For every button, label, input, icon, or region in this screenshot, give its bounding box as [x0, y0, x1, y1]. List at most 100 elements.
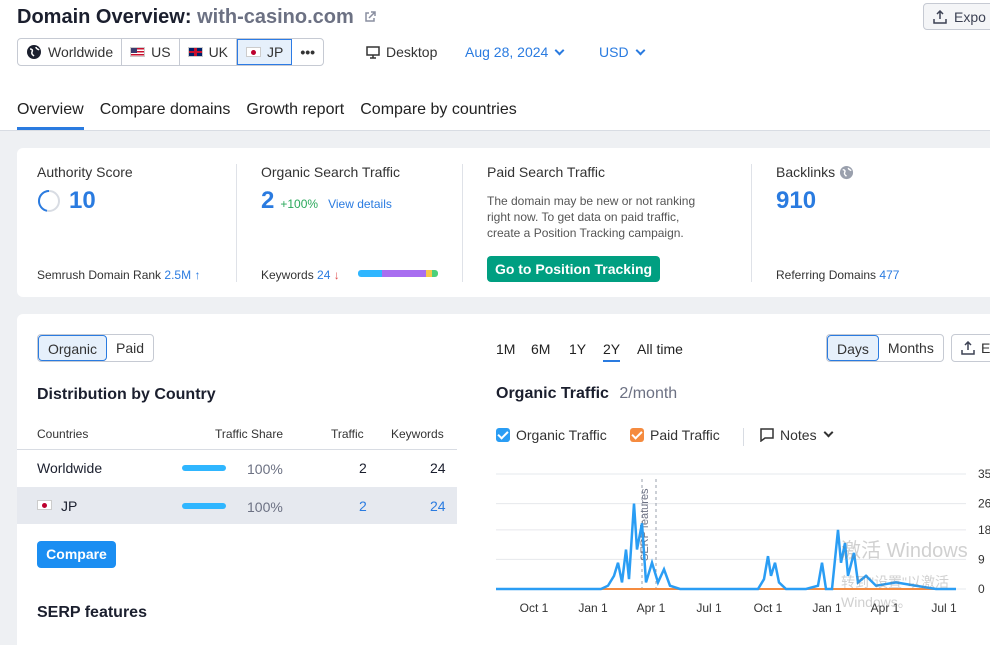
legend-organic[interactable]: Organic Traffic	[496, 427, 607, 443]
export-label: Expo	[954, 9, 986, 25]
checkbox-checked-icon	[496, 428, 510, 442]
keywords-intent-bar	[358, 270, 438, 277]
authority-label: Authority Score	[37, 164, 133, 180]
db-worldwide-label: Worldwide	[48, 44, 114, 60]
more-databases-button[interactable]: •••	[292, 39, 323, 65]
days-button[interactable]: Days	[827, 335, 879, 361]
date-selector[interactable]: Aug 28, 2024	[465, 44, 565, 60]
seg-paid[interactable]: Paid	[107, 335, 153, 361]
arrow-down-icon: ↓	[333, 268, 340, 282]
checkbox-checked-icon	[630, 428, 644, 442]
chevron-down-icon	[823, 427, 834, 437]
db-jp[interactable]: JP	[237, 39, 293, 65]
notes-dropdown[interactable]: Notes	[760, 427, 834, 443]
legend-paid-label: Paid Traffic	[650, 427, 720, 443]
x-tick-label: Oct 1	[754, 601, 783, 615]
x-tick-label: Jul 1	[696, 601, 722, 615]
jp-flag-icon	[37, 500, 52, 510]
traffic-share-bar	[182, 503, 226, 509]
db-worldwide[interactable]: Worldwide	[18, 39, 123, 65]
db-us-label: US	[151, 44, 171, 60]
us-flag-icon	[130, 47, 146, 57]
col-keywords[interactable]: Keywords	[391, 427, 444, 441]
y-tick-label: 18	[978, 523, 990, 537]
ref-domains-value[interactable]: 477	[879, 268, 899, 282]
paid-label: Paid Search Traffic	[487, 164, 606, 180]
traffic-share: 100%	[247, 461, 283, 477]
period-1m[interactable]: 1M	[496, 341, 515, 357]
y-tick-label: 26	[978, 497, 990, 511]
period-1y[interactable]: 1Y	[569, 341, 586, 357]
granularity-toggle: Days Months	[826, 334, 944, 362]
domain-name[interactable]: with-casino.com	[197, 6, 354, 28]
position-tracking-button[interactable]: Go to Position Tracking	[487, 256, 660, 282]
organic-paid-toggle: Organic Paid	[37, 334, 155, 362]
divider	[236, 164, 237, 282]
chart-export-button[interactable]: E	[951, 334, 990, 362]
nav-tabs: Overview Compare domains Growth report C…	[17, 101, 517, 130]
legend-paid[interactable]: Paid Traffic	[630, 427, 720, 443]
authority-gauge-icon	[38, 190, 60, 212]
organic-value[interactable]: 2	[261, 187, 274, 215]
organic-change: +100%	[280, 197, 319, 211]
export-icon	[933, 10, 947, 24]
rank-value[interactable]: 2.5M	[164, 268, 191, 282]
tab-overview[interactable]: Overview	[17, 101, 84, 130]
table-header: Countries Traffic Share Traffic Keywords	[17, 426, 457, 450]
period-all-time[interactable]: All time	[637, 341, 683, 357]
export-icon	[961, 341, 975, 355]
x-tick-label: Oct 1	[520, 601, 549, 615]
y-tick-label: 9	[978, 552, 985, 566]
more-icon: •••	[300, 44, 316, 60]
compare-button[interactable]: Compare	[37, 541, 116, 568]
device-selector[interactable]: Desktop	[366, 44, 437, 60]
keywords-count: Keywords 24 ↓	[261, 268, 340, 282]
windows-watermark-sub: 转到"设置"以激活 Windows。	[841, 574, 949, 610]
windows-watermark: 激活 Windows	[841, 540, 968, 562]
chevron-down-icon	[554, 45, 565, 56]
months-button[interactable]: Months	[879, 335, 943, 361]
serp-features-title: SERP features	[37, 604, 147, 621]
backlinks-value[interactable]: 910	[776, 187, 854, 215]
currency-selector[interactable]: USD	[599, 44, 646, 60]
table-row[interactable]: Worldwide 100% 2 24	[17, 450, 457, 487]
seg-organic[interactable]: Organic	[38, 335, 108, 361]
arrow-up-icon: ↑	[194, 268, 201, 282]
col-traffic-share[interactable]: Traffic Share	[215, 427, 283, 441]
x-tick-label: Apr 1	[637, 601, 666, 615]
divider	[743, 428, 744, 446]
col-traffic[interactable]: Traffic	[331, 427, 364, 441]
chevron-down-icon	[635, 45, 646, 56]
paid-traffic-metric: Paid Search Traffic The domain may be ne…	[487, 164, 695, 241]
export-button[interactable]: Expo	[923, 3, 990, 30]
ref-domains-label: Referring Domains	[776, 268, 877, 282]
distribution-title: Distribution by Country	[37, 386, 216, 403]
uk-flag-icon	[187, 47, 203, 57]
currency-label: USD	[599, 44, 629, 60]
external-link-icon[interactable]	[364, 11, 377, 23]
tab-compare-by-countries[interactable]: Compare by countries	[360, 101, 517, 130]
chart-title: Organic Traffic	[496, 385, 609, 402]
backlinks-label: Backlinks	[776, 164, 836, 180]
organic-traffic-metric: Organic Search Traffic 2 +100% View deta…	[261, 164, 400, 215]
metrics-card: Authority Score 10 Semrush Domain Rank 2…	[17, 148, 990, 297]
traffic-value[interactable]: 2	[359, 498, 367, 514]
chart-subtitle: 2/month	[619, 385, 678, 402]
page-title: Domain Overview: with-casino.com	[17, 6, 377, 29]
organic-label: Organic Search Traffic	[261, 164, 401, 180]
keywords-value[interactable]: 24	[430, 498, 446, 514]
period-2y[interactable]: 2Y	[603, 341, 621, 362]
db-uk[interactable]: UK	[180, 39, 238, 65]
col-countries[interactable]: Countries	[37, 427, 88, 441]
period-6m[interactable]: 6M	[531, 341, 550, 357]
backlinks-metric: Backlinks 910	[776, 164, 854, 215]
db-uk-label: UK	[208, 44, 229, 60]
view-details-link[interactable]: View details	[328, 197, 392, 211]
db-us[interactable]: US	[122, 39, 180, 65]
keywords-value[interactable]: 24	[317, 268, 330, 282]
tab-growth-report[interactable]: Growth report	[246, 101, 344, 130]
authority-value[interactable]: 10	[69, 187, 96, 215]
traffic-share: 100%	[247, 499, 283, 515]
tab-compare-domains[interactable]: Compare domains	[100, 101, 231, 130]
table-row[interactable]: JP 100% 2 24	[17, 487, 457, 524]
